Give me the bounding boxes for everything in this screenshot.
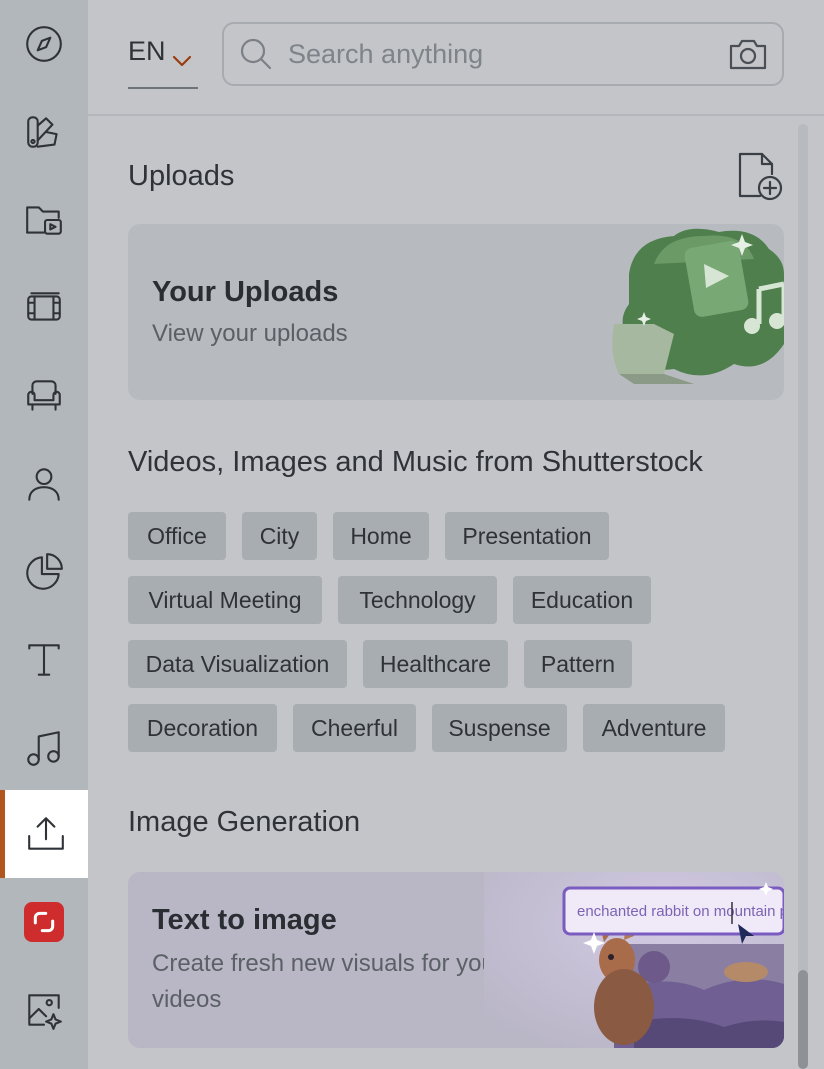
your-uploads-card[interactable]: Your Uploads View your uploads [128, 224, 784, 400]
uploads-title: Uploads [128, 160, 235, 192]
tag-education[interactable]: Education [513, 576, 651, 624]
rail-item-uploads[interactable] [0, 790, 91, 878]
language-selector[interactable]: EN [128, 36, 198, 89]
tag-data-visualization[interactable]: Data Visualization [128, 640, 347, 688]
tag-office[interactable]: Office [128, 512, 226, 560]
scrollbar-thumb[interactable] [798, 970, 808, 1069]
your-uploads-title: Your Uploads [152, 276, 339, 308]
compass-icon [26, 26, 62, 62]
top-bar: EN [88, 0, 824, 116]
music-note-icon [27, 731, 60, 766]
rail-item-text[interactable] [0, 616, 88, 704]
language-code: EN [128, 36, 166, 66]
image-generation-title: Image Generation [128, 806, 361, 838]
rail-item-explore[interactable] [0, 0, 88, 88]
chevron-down-icon [172, 44, 192, 67]
armchair-icon [27, 380, 61, 411]
tag-city[interactable]: City [242, 512, 317, 560]
prompt-example: enchanted rabbit on mountain pla [577, 903, 784, 920]
tag-cheerful[interactable]: Cheerful [293, 704, 416, 752]
shutterstock-icon [24, 902, 64, 942]
tag-suspense[interactable]: Suspense [432, 704, 567, 752]
search-icon [238, 36, 274, 72]
film-icon [27, 292, 61, 321]
swatches-icon [27, 116, 58, 148]
text-to-image-illustration-icon: enchanted rabbit on mountain pla [484, 872, 784, 1048]
text-to-image-subtitle-line1: Create fresh new visuals for your [152, 950, 503, 977]
scrollbar-track[interactable] [798, 124, 808, 1069]
rail-item-image-generation[interactable] [0, 966, 88, 1054]
uploads-panel: EN Uploads Your Uploads View your upload… [88, 0, 824, 1069]
rail-item-shutterstock[interactable] [0, 878, 88, 966]
rail-item-scenes[interactable] [0, 352, 88, 440]
tag-adventure[interactable]: Adventure [583, 704, 725, 752]
your-uploads-subtitle: View your uploads [152, 320, 348, 347]
rail-item-avatars[interactable] [0, 440, 88, 528]
folder-video-icon [26, 206, 62, 235]
rail-item-videos[interactable] [0, 264, 88, 352]
tag-presentation[interactable]: Presentation [445, 512, 609, 560]
person-icon [28, 468, 60, 501]
pie-chart-icon [26, 553, 63, 590]
rail-item-media-folder[interactable] [0, 176, 88, 264]
tag-virtual-meeting[interactable]: Virtual Meeting [128, 576, 322, 624]
tag-pattern[interactable]: Pattern [524, 640, 632, 688]
camera-icon[interactable] [728, 36, 768, 72]
upload-icon [27, 817, 64, 850]
rail-item-music[interactable] [0, 704, 88, 792]
text-icon [28, 644, 60, 676]
left-rail [0, 0, 91, 1069]
tag-decoration[interactable]: Decoration [128, 704, 277, 752]
search-input[interactable] [288, 38, 708, 70]
sparkle-image-icon [28, 994, 62, 1030]
tag-healthcare[interactable]: Healthcare [363, 640, 508, 688]
text-to-image-card[interactable]: Text to image Create fresh new visuals f… [128, 872, 784, 1048]
tag-technology[interactable]: Technology [338, 576, 497, 624]
search-box[interactable] [222, 22, 784, 86]
text-to-image-subtitle-line2: videos [152, 986, 222, 1013]
add-file-icon[interactable] [736, 152, 784, 202]
uploads-illustration-icon [612, 228, 784, 384]
rail-item-charts[interactable] [0, 528, 88, 616]
shutterstock-title: Videos, Images and Music from Shuttersto… [128, 446, 703, 478]
rail-item-brand-kit[interactable] [0, 88, 88, 176]
text-to-image-title: Text to image [152, 904, 337, 936]
tag-home[interactable]: Home [333, 512, 429, 560]
